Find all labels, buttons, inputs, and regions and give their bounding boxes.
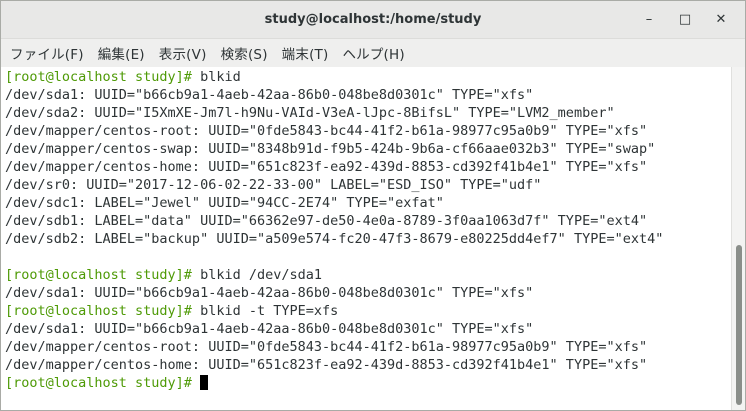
scrollbar[interactable] — [731, 67, 745, 410]
output-text: /dev/sdb1: LABEL="data" UUID="66362e97-d… — [5, 213, 648, 229]
output-text: /dev/mapper/centos-root: UUID="0fde5843-… — [5, 123, 648, 139]
terminal-line: /dev/sda2: UUID="I5XmXE-Jm7l-h9Nu-VAId-V… — [5, 104, 732, 122]
shell-prompt: [root@localhost study]# — [5, 375, 201, 391]
menu-terminal[interactable]: 端末(T) — [275, 43, 336, 63]
menu-file[interactable]: ファイル(F) — [3, 43, 91, 63]
output-text: /dev/sda1: UUID="b66cb9a1-4aeb-42aa-86b0… — [5, 285, 534, 301]
command-text: blkid -t TYPE=xfs — [200, 303, 339, 319]
terminal-line: [root@localhost study]# blkid /dev/sda1 — [5, 266, 732, 284]
close-icon[interactable]: ✕ — [703, 5, 739, 35]
output-text: /dev/sda2: UUID="I5XmXE-Jm7l-h9Nu-VAId-V… — [5, 105, 615, 121]
terminal-line: /dev/mapper/centos-root: UUID="0fde5843-… — [5, 338, 732, 356]
terminal-line: /dev/sdb1: LABEL="data" UUID="66362e97-d… — [5, 212, 732, 230]
menu-search[interactable]: 検索(S) — [214, 43, 275, 63]
maximize-icon[interactable]: □ — [667, 5, 703, 35]
menu-bar: ファイル(F) 編集(E) 表示(V) 検索(S) 端末(T) ヘルプ(H) — [1, 39, 745, 68]
terminal-line: /dev/mapper/centos-home: UUID="651c823f-… — [5, 158, 732, 176]
terminal-line: /dev/sda1: UUID="b66cb9a1-4aeb-42aa-86b0… — [5, 86, 732, 104]
title-bar[interactable]: study@localhost:/home/study – □ ✕ — [1, 1, 745, 39]
output-text: /dev/mapper/centos-home: UUID="651c823f-… — [5, 159, 648, 175]
output-text: /dev/sda1: UUID="b66cb9a1-4aeb-42aa-86b0… — [5, 87, 534, 103]
terminal-line: /dev/sr0: UUID="2017-12-06-02-22-33-00" … — [5, 176, 732, 194]
menu-edit[interactable]: 編集(E) — [91, 43, 152, 63]
terminal-lines: [root@localhost study]# blkid/dev/sda1: … — [1, 67, 732, 392]
menu-view[interactable]: 表示(V) — [152, 43, 214, 63]
terminal-line: /dev/mapper/centos-swap: UUID="8348b91d-… — [5, 140, 732, 158]
terminal-line: /dev/sdc1: LABEL="Jewel" UUID="94CC-2E74… — [5, 194, 732, 212]
terminal-line: [root@localhost study]# blkid -t TYPE=xf… — [5, 302, 732, 320]
window-title: study@localhost:/home/study — [264, 12, 482, 27]
output-text: /dev/sdc1: LABEL="Jewel" UUID="94CC-2E74… — [5, 195, 444, 211]
terminal-line: /dev/sda1: UUID="b66cb9a1-4aeb-42aa-86b0… — [5, 320, 732, 338]
terminal-line: /dev/mapper/centos-root: UUID="0fde5843-… — [5, 122, 732, 140]
shell-prompt: [root@localhost study]# — [5, 267, 201, 283]
terminal-output[interactable]: [root@localhost study]# blkid/dev/sda1: … — [1, 67, 732, 410]
command-text: blkid /dev/sda1 — [200, 267, 322, 283]
minimize-icon[interactable]: – — [631, 5, 667, 35]
terminal-line: /dev/sda1: UUID="b66cb9a1-4aeb-42aa-86b0… — [5, 284, 732, 302]
window-controls: – □ ✕ — [631, 1, 739, 38]
scrollbar-thumb[interactable] — [736, 245, 742, 405]
output-text: /dev/sdb2: LABEL="backup" UUID="a509e574… — [5, 231, 664, 247]
shell-prompt: [root@localhost study]# — [5, 303, 201, 319]
shell-prompt: [root@localhost study]# — [5, 69, 201, 85]
output-text: /dev/sda1: UUID="b66cb9a1-4aeb-42aa-86b0… — [5, 321, 534, 337]
terminal-line: /dev/sdb2: LABEL="backup" UUID="a509e574… — [5, 230, 732, 248]
output-text: /dev/mapper/centos-root: UUID="0fde5843-… — [5, 339, 648, 355]
terminal-line: [root@localhost study]# — [5, 374, 732, 392]
output-text: /dev/sr0: UUID="2017-12-06-02-22-33-00" … — [5, 177, 542, 193]
menu-help[interactable]: ヘルプ(H) — [335, 43, 411, 63]
output-text: /dev/mapper/centos-home: UUID="651c823f-… — [5, 357, 648, 373]
terminal-line: /dev/mapper/centos-home: UUID="651c823f-… — [5, 356, 732, 374]
terminal-window: study@localhost:/home/study – □ ✕ ファイル(F… — [0, 0, 746, 411]
terminal-line: [root@localhost study]# blkid — [5, 68, 732, 86]
output-text: /dev/mapper/centos-swap: UUID="8348b91d-… — [5, 141, 656, 157]
text-cursor — [200, 375, 209, 390]
command-text: blkid — [200, 69, 241, 85]
